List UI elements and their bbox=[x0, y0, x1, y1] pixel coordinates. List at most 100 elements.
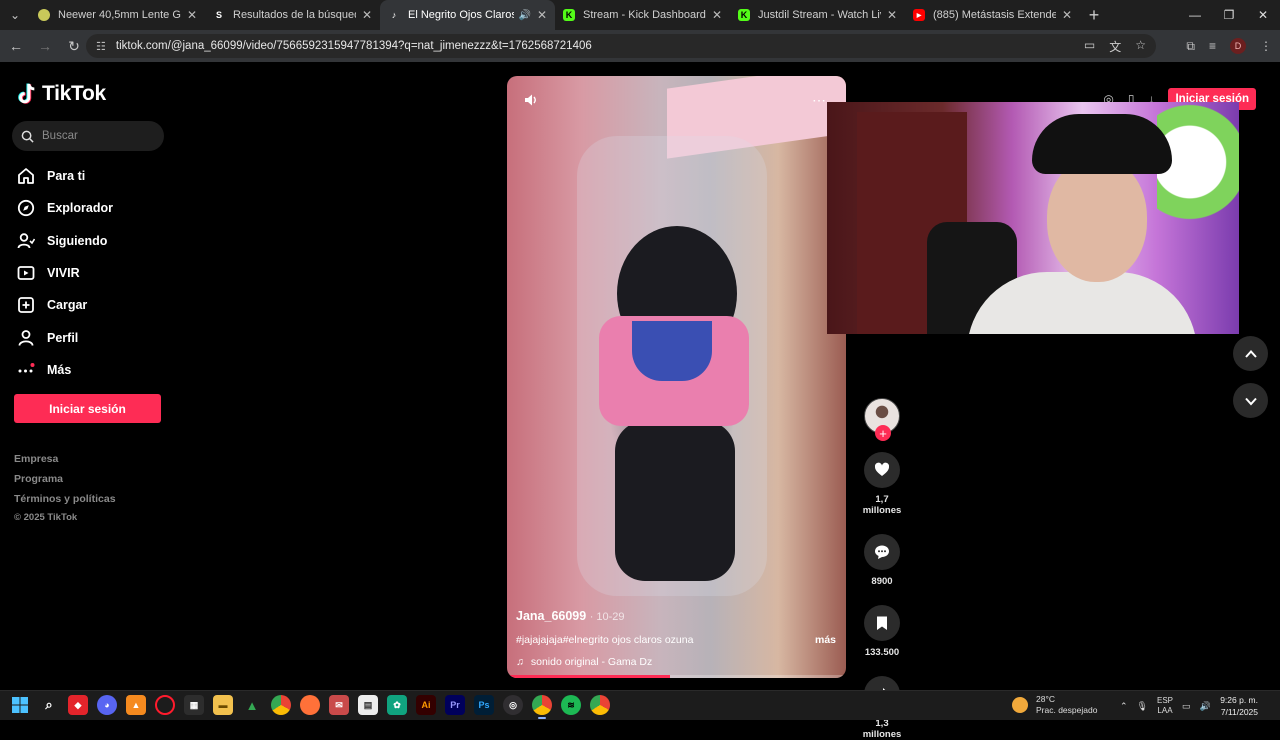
opera-icon[interactable] bbox=[155, 695, 175, 715]
document-icon[interactable]: ▤ bbox=[358, 695, 378, 715]
chrome-icon[interactable] bbox=[271, 695, 291, 715]
google-drive-icon[interactable]: ▲ bbox=[242, 695, 262, 715]
windows-start-icon[interactable] bbox=[10, 695, 30, 715]
profile-avatar[interactable]: D bbox=[1230, 38, 1246, 54]
sidebar-item-vivir[interactable]: VIVIR bbox=[16, 257, 113, 289]
login-button[interactable]: Iniciar sesión bbox=[14, 394, 161, 423]
file-explorer-icon[interactable]: ▬ bbox=[213, 695, 233, 715]
close-icon[interactable]: ✕ bbox=[887, 8, 897, 22]
chatgpt-icon[interactable]: ✿ bbox=[387, 695, 407, 715]
sidebar-item-siguiendo[interactable]: Siguiendo bbox=[16, 225, 113, 257]
system-tray: ⌃ 🎙 ESP LAA ▭ 🔊 bbox=[1120, 691, 1211, 721]
sidebar-item-explorador[interactable]: Explorador bbox=[16, 192, 113, 224]
browser-tab[interactable]: ▶ (885) Metástasis Extended Trailer ✕ bbox=[905, 0, 1080, 30]
browser-tab-bar: ⌄ Neewer 40,5mm Lente Gran Angu ✕ S Resu… bbox=[0, 0, 1280, 30]
chrome-profile-icon[interactable] bbox=[590, 695, 610, 715]
close-icon[interactable]: ✕ bbox=[712, 8, 722, 22]
reload-button[interactable]: ↻ bbox=[61, 38, 87, 55]
video-player[interactable]: ⋯ Jana_66099 · 10-29 #jajajajaja#elnegri… bbox=[507, 76, 846, 678]
footer-link-programa[interactable]: Programa bbox=[14, 473, 116, 493]
next-video-button[interactable] bbox=[1233, 383, 1268, 418]
vlc-icon[interactable]: ▲ bbox=[126, 695, 146, 715]
tab-search-button[interactable]: ⌄ bbox=[0, 0, 30, 30]
video-sound[interactable]: ♫ sonido original - Gama Dz bbox=[516, 656, 836, 668]
browser-tab[interactable]: K Stream - Kick Dashboard ✕ bbox=[555, 0, 730, 30]
system-clock[interactable]: 9:26 p. m. 7/11/2025 bbox=[1220, 694, 1258, 718]
discord-icon[interactable]: ◕ bbox=[97, 695, 117, 715]
close-icon[interactable]: ✕ bbox=[187, 8, 197, 22]
video-author[interactable]: Jana_66099 · 10-29 bbox=[516, 609, 836, 623]
save-action[interactable]: 133.500 bbox=[856, 605, 908, 658]
tiktok-logo[interactable]: TikTok bbox=[16, 82, 106, 106]
illustrator-icon[interactable]: Ai bbox=[416, 695, 436, 715]
like-action[interactable]: 1,7 millones bbox=[856, 452, 908, 516]
microphone-icon[interactable]: 🎙 bbox=[1137, 701, 1148, 712]
address-bar[interactable]: ☷ tiktok.com/@jana_66099/video/756659231… bbox=[86, 34, 1156, 58]
audio-playing-icon[interactable]: 🔊 bbox=[518, 10, 530, 21]
chevron-up-icon[interactable]: ⌃ bbox=[1120, 701, 1128, 712]
browser-tab[interactable]: K Justdil Stream - Watch Live on Kic ✕ bbox=[730, 0, 905, 30]
follow-button[interactable]: + bbox=[875, 425, 891, 441]
install-app-icon[interactable]: ▭ bbox=[1084, 38, 1095, 55]
footer-link-terminos[interactable]: Términos y políticas bbox=[14, 493, 116, 513]
sidebar-item-perfil[interactable]: Perfil bbox=[16, 321, 113, 353]
sidebar-item-para-ti[interactable]: Para ti bbox=[16, 160, 113, 192]
close-icon[interactable]: ✕ bbox=[362, 8, 372, 22]
bookmark-star-icon[interactable]: ☆ bbox=[1135, 38, 1146, 55]
spotify-icon[interactable]: ≋ bbox=[561, 695, 581, 715]
browser-menu-icon[interactable]: ⋮ bbox=[1260, 39, 1272, 53]
sidebar-item-mas[interactable]: Más bbox=[16, 354, 113, 386]
save-button[interactable] bbox=[864, 605, 900, 641]
firefox-icon[interactable] bbox=[300, 695, 320, 715]
sidebar-item-cargar[interactable]: Cargar bbox=[16, 289, 113, 321]
browser-tab-active[interactable]: ♪ El Negrito Ojos Claros de Ozu 🔊 ✕ bbox=[380, 0, 555, 30]
site-info-icon[interactable]: ☷ bbox=[96, 40, 106, 53]
clock-date: 7/11/2025 bbox=[1220, 707, 1258, 717]
browser-tab[interactable]: Neewer 40,5mm Lente Gran Angu ✕ bbox=[30, 0, 205, 30]
restore-button[interactable]: ❐ bbox=[1212, 0, 1246, 30]
close-icon[interactable]: ✕ bbox=[1062, 8, 1072, 22]
photoshop-icon[interactable]: Ps bbox=[474, 695, 494, 715]
search-box[interactable] bbox=[12, 121, 164, 151]
network-icon[interactable]: ▭ bbox=[1182, 701, 1191, 712]
weather-widget[interactable]: 28°C Prac. despejado bbox=[1012, 694, 1097, 716]
translate-icon[interactable]: 文 bbox=[1109, 38, 1121, 55]
store-icon[interactable]: ▦ bbox=[184, 695, 204, 715]
new-tab-button[interactable]: + bbox=[1080, 5, 1108, 26]
video-progress-bar[interactable] bbox=[507, 675, 846, 678]
back-button[interactable]: ← bbox=[3, 38, 29, 54]
comment-button[interactable] bbox=[864, 534, 900, 570]
video-options-icon[interactable]: ⋯ bbox=[812, 92, 826, 109]
search-input[interactable] bbox=[42, 130, 152, 142]
close-window-button[interactable]: ✕ bbox=[1246, 0, 1280, 30]
author-avatar[interactable]: + bbox=[864, 398, 900, 441]
music-note-icon: ♫ bbox=[516, 656, 524, 668]
like-button[interactable] bbox=[864, 452, 900, 488]
anydesk-icon[interactable]: ◆ bbox=[68, 695, 88, 715]
weather-temp: 28°C bbox=[1036, 694, 1055, 704]
comment-action[interactable]: 8900 bbox=[856, 534, 908, 587]
window-controls: — ❐ ✕ bbox=[1178, 0, 1280, 30]
extensions-icon[interactable]: ⧉ bbox=[1186, 39, 1195, 54]
previous-video-button[interactable] bbox=[1233, 336, 1268, 371]
comment-count: 8900 bbox=[871, 576, 893, 587]
mail-icon[interactable]: ✉ bbox=[329, 695, 349, 715]
volume-icon[interactable] bbox=[523, 92, 539, 108]
chrome-active-icon[interactable] bbox=[532, 695, 552, 719]
search-icon[interactable]: ⌕ bbox=[39, 695, 59, 715]
minimize-button[interactable]: — bbox=[1178, 0, 1212, 30]
media-controls-icon[interactable]: ≡ bbox=[1209, 39, 1216, 53]
video-caption-row: #jajajajaja#elnegrito ojos claros ozuna … bbox=[516, 634, 836, 646]
obs-icon[interactable]: ◎ bbox=[503, 695, 523, 715]
language-indicator[interactable]: ESP LAA bbox=[1157, 696, 1173, 716]
tab-title: El Negrito Ojos Claros de Ozu bbox=[408, 9, 515, 21]
volume-icon[interactable]: 🔊 bbox=[1200, 701, 1211, 712]
caption-more-button[interactable]: más bbox=[815, 634, 836, 646]
video-caption[interactable]: #jajajajaja#elnegrito ojos claros ozuna bbox=[516, 634, 693, 646]
close-icon[interactable]: ✕ bbox=[537, 8, 547, 22]
cam-person-face bbox=[1047, 157, 1147, 282]
forward-button[interactable]: → bbox=[32, 38, 58, 54]
premiere-icon[interactable]: Pr bbox=[445, 695, 465, 715]
footer-link-empresa[interactable]: Empresa bbox=[14, 453, 116, 473]
browser-tab[interactable]: S Resultados de la búsqueda | Sony ✕ bbox=[205, 0, 380, 30]
